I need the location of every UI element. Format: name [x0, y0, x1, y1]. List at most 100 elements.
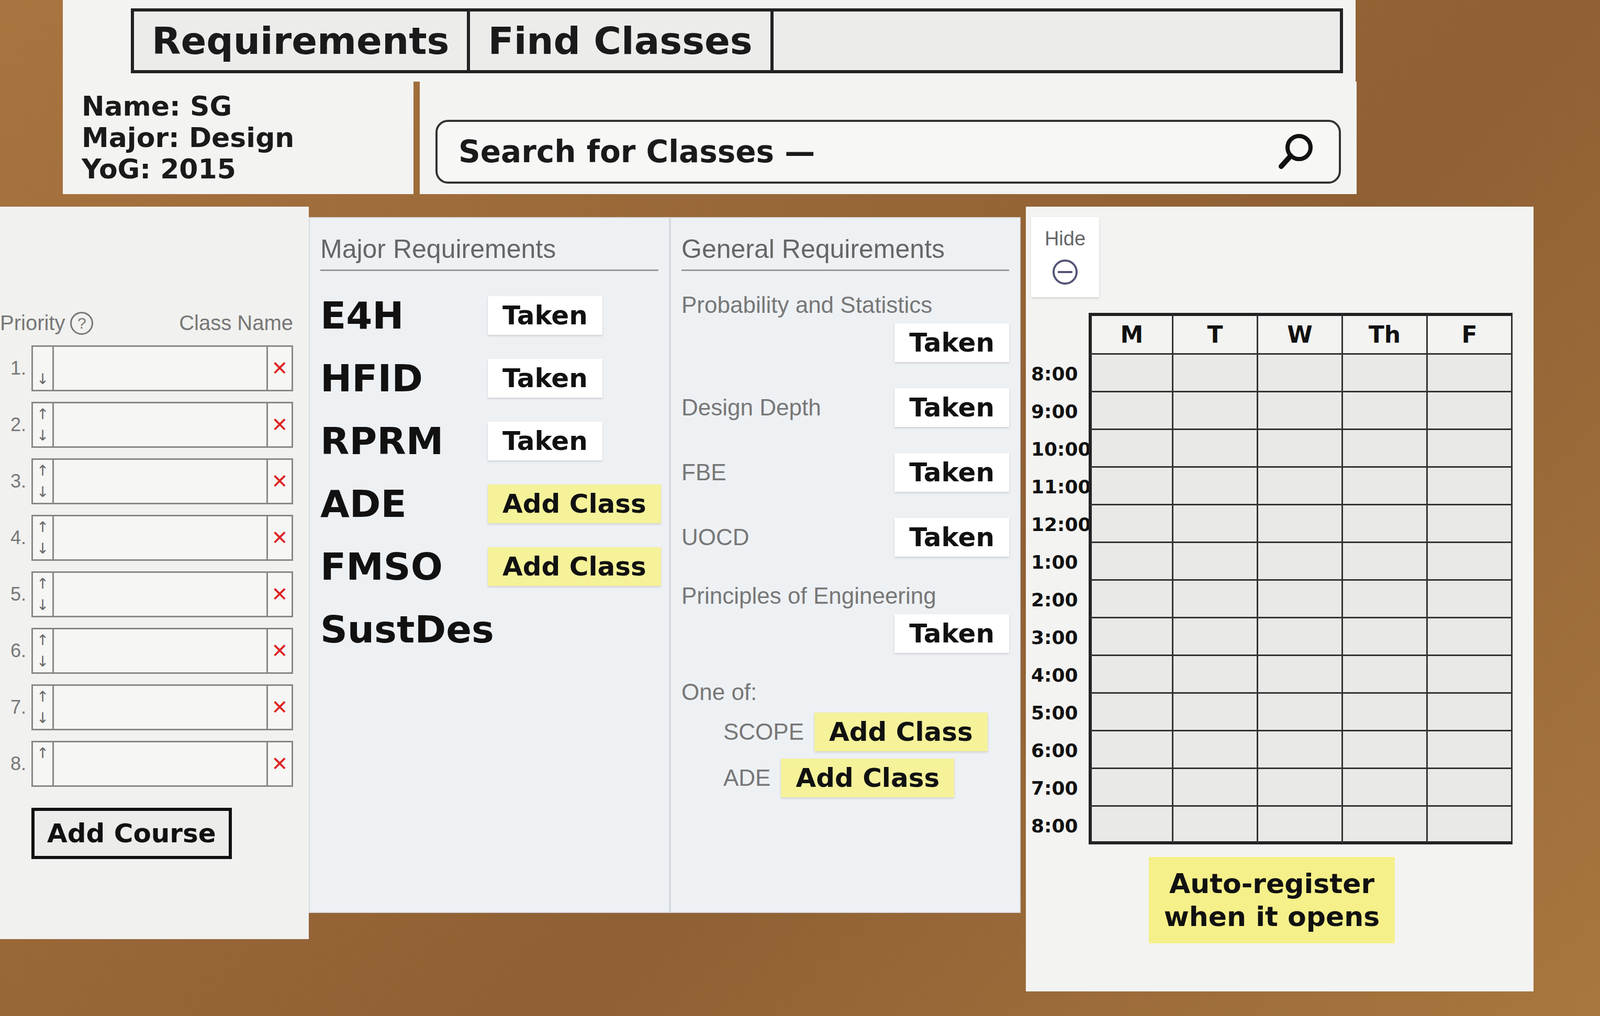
- time-slot[interactable]: [1427, 467, 1513, 506]
- move-down-button[interactable]: ↓: [36, 598, 49, 613]
- magnifier-icon[interactable]: [1276, 130, 1318, 173]
- time-slot[interactable]: [1427, 618, 1513, 657]
- time-slot[interactable]: [1343, 656, 1428, 695]
- class-field[interactable]: ↑ ↓ ✕: [31, 628, 294, 675]
- time-slot[interactable]: [1173, 694, 1259, 732]
- time-slot[interactable]: [1088, 467, 1174, 506]
- time-slot[interactable]: [1258, 656, 1344, 695]
- class-field[interactable]: ↑↓✕: [31, 345, 294, 392]
- time-slot[interactable]: [1427, 505, 1513, 544]
- remove-button[interactable]: ✕: [266, 347, 292, 390]
- time-slot[interactable]: [1343, 467, 1428, 506]
- class-field[interactable]: ↑ ↓ ✕: [31, 401, 294, 449]
- time-slot[interactable]: [1343, 807, 1428, 845]
- move-down-button[interactable]: ↓: [36, 428, 49, 444]
- add-class-button[interactable]: Add Class: [487, 484, 662, 524]
- time-slot[interactable]: [1173, 392, 1259, 431]
- remove-button[interactable]: ✕: [266, 686, 292, 730]
- time-slot[interactable]: [1088, 505, 1174, 544]
- time-slot[interactable]: [1258, 580, 1344, 619]
- time-slot[interactable]: [1258, 392, 1344, 431]
- add-class-button[interactable]: Add Class: [487, 547, 662, 587]
- class-field[interactable]: ↑↓✕: [31, 741, 294, 788]
- add-class-button[interactable]: Add Class: [814, 712, 988, 752]
- add-course-button[interactable]: Add Course: [31, 808, 232, 860]
- time-slot[interactable]: [1343, 769, 1428, 808]
- time-slot[interactable]: [1088, 731, 1174, 770]
- class-field[interactable]: ↑ ↓ ✕: [31, 684, 294, 731]
- time-slot[interactable]: [1173, 807, 1259, 845]
- time-slot[interactable]: [1258, 807, 1344, 845]
- tab[interactable]: Requirements: [133, 11, 471, 71]
- time-slot[interactable]: [1343, 505, 1428, 544]
- time-slot[interactable]: [1088, 543, 1174, 581]
- time-slot[interactable]: [1088, 656, 1174, 695]
- time-slot[interactable]: [1258, 543, 1344, 581]
- time-slot[interactable]: [1173, 354, 1259, 393]
- time-slot[interactable]: [1343, 392, 1428, 431]
- time-slot[interactable]: [1258, 618, 1344, 657]
- move-up-button[interactable]: ↑: [36, 463, 49, 479]
- class-field[interactable]: ↑↓✕: [31, 458, 294, 505]
- time-slot[interactable]: [1258, 694, 1344, 732]
- time-slot[interactable]: [1173, 731, 1259, 770]
- time-slot[interactable]: [1427, 694, 1513, 732]
- time-slot[interactable]: [1173, 769, 1259, 808]
- time-slot[interactable]: [1173, 656, 1259, 695]
- time-slot[interactable]: [1173, 618, 1259, 657]
- time-slot[interactable]: [1088, 580, 1174, 619]
- time-slot[interactable]: [1088, 694, 1174, 732]
- time-slot[interactable]: [1088, 618, 1174, 657]
- time-slot[interactable]: [1427, 543, 1513, 581]
- time-slot[interactable]: [1258, 505, 1344, 544]
- move-down-button[interactable]: ↓: [36, 372, 49, 387]
- move-up-button[interactable]: ↑: [36, 520, 49, 535]
- time-slot[interactable]: [1427, 580, 1513, 619]
- time-slot[interactable]: [1343, 618, 1428, 657]
- remove-button[interactable]: ✕: [266, 573, 292, 617]
- time-slot[interactable]: [1343, 580, 1428, 619]
- time-slot[interactable]: [1427, 430, 1513, 468]
- remove-button[interactable]: ✕: [266, 629, 292, 673]
- time-slot[interactable]: [1343, 731, 1428, 770]
- time-slot[interactable]: [1427, 656, 1513, 695]
- time-slot[interactable]: [1343, 354, 1428, 393]
- time-slot[interactable]: [1343, 694, 1428, 732]
- time-slot[interactable]: [1343, 543, 1428, 581]
- time-slot[interactable]: [1173, 505, 1259, 544]
- circle-minus-icon[interactable]: [1050, 257, 1080, 287]
- auto-register-note[interactable]: Auto-register when it opens: [1148, 857, 1395, 944]
- time-slot[interactable]: [1088, 430, 1174, 468]
- time-slot[interactable]: [1427, 731, 1513, 770]
- time-slot[interactable]: [1427, 392, 1513, 431]
- move-down-button[interactable]: ↓: [36, 711, 49, 726]
- move-down-button[interactable]: ↓: [36, 654, 49, 670]
- move-down-button[interactable]: ↓: [36, 541, 49, 557]
- help-icon[interactable]: ?: [70, 311, 94, 335]
- class-field[interactable]: ↑ ↓ ✕: [31, 515, 294, 562]
- remove-button[interactable]: ✕: [266, 403, 292, 447]
- time-slot[interactable]: [1258, 731, 1344, 770]
- class-field[interactable]: ↑ ↓ ✕: [31, 571, 294, 618]
- time-slot[interactable]: [1427, 354, 1513, 393]
- move-up-button[interactable]: ↑: [36, 633, 49, 648]
- time-slot[interactable]: [1088, 354, 1174, 393]
- time-slot[interactable]: [1258, 467, 1344, 506]
- time-slot[interactable]: [1173, 467, 1259, 506]
- time-slot[interactable]: [1343, 430, 1428, 468]
- remove-button[interactable]: ✕: [266, 742, 292, 786]
- search-field[interactable]: Search for Classes —: [435, 119, 1341, 184]
- time-slot[interactable]: [1088, 807, 1174, 845]
- move-down-button[interactable]: ↓: [36, 485, 49, 500]
- tab[interactable]: Find Classes: [470, 11, 774, 71]
- time-slot[interactable]: [1258, 430, 1344, 468]
- remove-button[interactable]: ✕: [266, 516, 292, 560]
- time-slot[interactable]: [1258, 354, 1344, 393]
- move-up-button[interactable]: ↑: [36, 576, 49, 592]
- move-up-button[interactable]: ↑: [36, 689, 49, 705]
- move-up-button[interactable]: ↑: [36, 407, 49, 422]
- time-slot[interactable]: [1088, 769, 1174, 808]
- time-slot[interactable]: [1173, 430, 1259, 468]
- hide-button[interactable]: Hide: [1031, 217, 1100, 298]
- move-up-button[interactable]: ↑: [36, 746, 49, 762]
